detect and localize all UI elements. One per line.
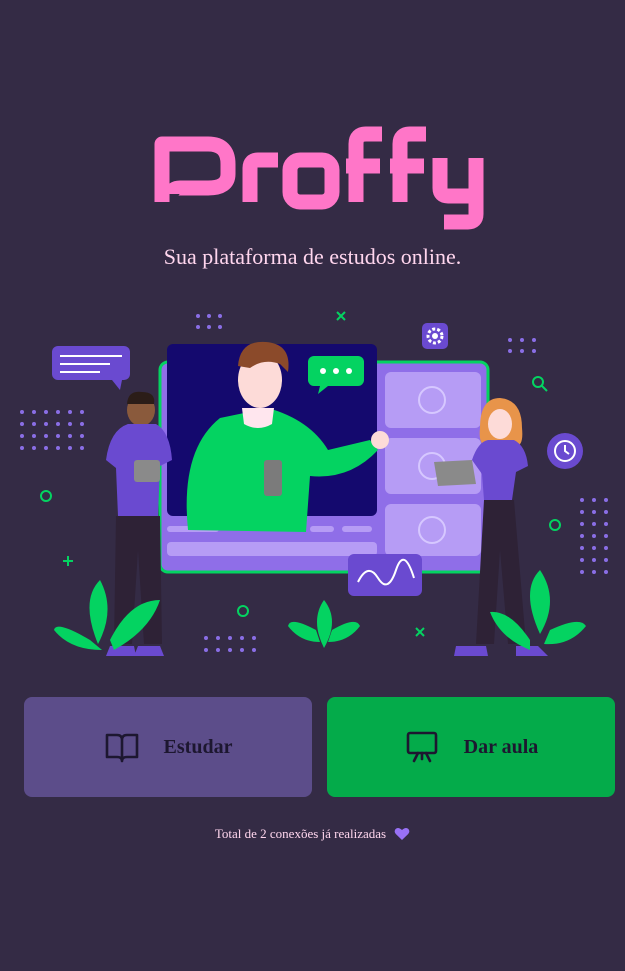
purple-heart-icon xyxy=(394,828,410,840)
connections-counter: Total de 2 conexões já realizadas xyxy=(0,826,625,842)
teach-button[interactable]: Dar aula xyxy=(327,697,615,797)
hero-illustration xyxy=(20,311,608,656)
teach-button-label: Dar aula xyxy=(463,735,539,758)
proffy-logo xyxy=(154,126,484,230)
connections-text: Total de 2 conexões já realizadas xyxy=(214,826,387,841)
landing-page: Sua plataforma de estudos online. Estuda… xyxy=(0,0,625,971)
study-button-label: Estudar xyxy=(163,735,233,758)
dot-grid-right xyxy=(580,498,608,574)
presentation-board-icon xyxy=(406,731,437,763)
tagline: Sua plataforma de estudos online. xyxy=(163,244,462,269)
study-button[interactable]: Estudar xyxy=(24,697,312,797)
book-open-icon xyxy=(105,733,138,763)
dot-grid-bottom xyxy=(204,636,256,652)
dot-grid-left xyxy=(20,410,84,450)
